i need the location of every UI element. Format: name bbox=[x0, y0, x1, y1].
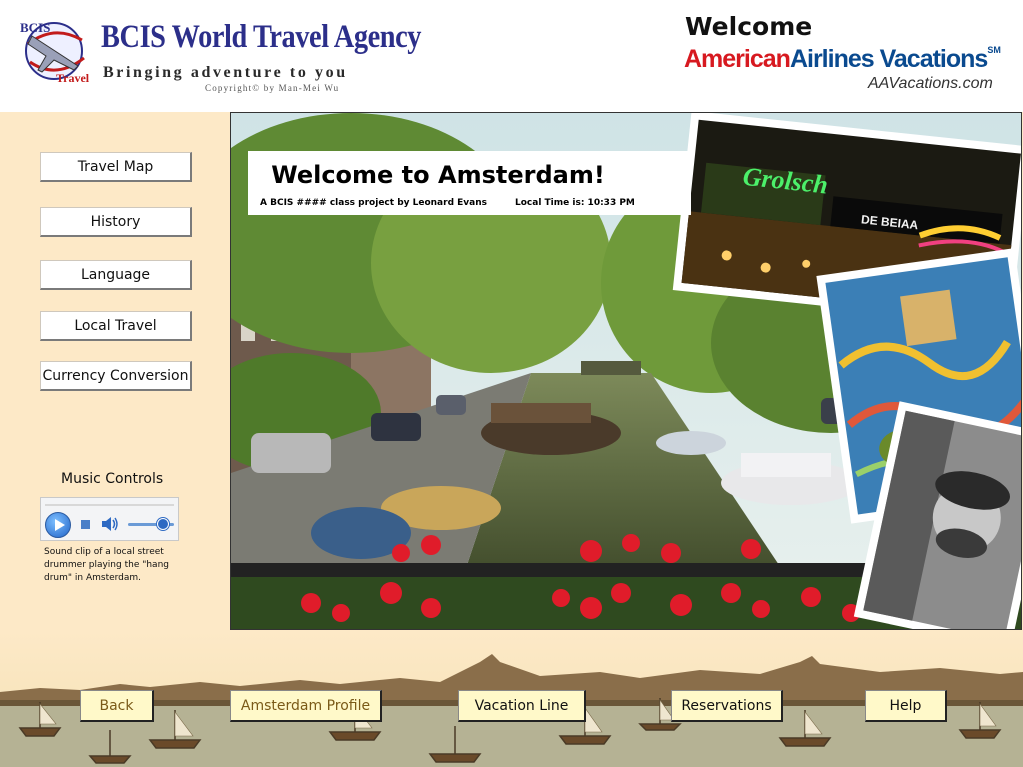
stop-button[interactable] bbox=[81, 520, 90, 529]
svg-text:BCIS: BCIS bbox=[20, 20, 50, 35]
aa-logo-part1: American bbox=[684, 45, 791, 73]
page-title: Welcome to Amsterdam! bbox=[271, 161, 605, 189]
aa-vacations-logo: AmericanAirlines VacationsSM bbox=[684, 45, 1001, 74]
agency-logo-icon: BCIS Travel bbox=[20, 20, 90, 84]
agency-title: BCIS World Travel Agency bbox=[101, 19, 422, 55]
svg-text:Travel: Travel bbox=[56, 71, 90, 84]
music-caption: Sound clip of a local street drummer pla… bbox=[44, 547, 169, 583]
amsterdam-profile-button[interactable]: Amsterdam Profile bbox=[230, 690, 382, 722]
agency-tagline: Bringing adventure to you bbox=[103, 64, 348, 81]
help-button[interactable]: Help bbox=[865, 690, 947, 722]
history-button[interactable]: History bbox=[40, 207, 192, 237]
language-button[interactable]: Language bbox=[40, 260, 192, 290]
aa-vacations-link[interactable]: AAVacations.com bbox=[868, 75, 993, 93]
header: BCIS Travel BCIS World Travel Agency Bri… bbox=[0, 0, 1023, 112]
welcome-heading: Welcome bbox=[685, 12, 813, 41]
play-button[interactable] bbox=[45, 512, 71, 538]
project-credit: A BCIS #### class project by Leonard Eva… bbox=[260, 198, 487, 208]
vacation-line-button[interactable]: Vacation Line bbox=[458, 690, 586, 722]
local-travel-button[interactable]: Local Travel bbox=[40, 311, 192, 341]
travel-map-button[interactable]: Travel Map bbox=[40, 152, 192, 182]
music-controls-heading: Music Controls bbox=[61, 471, 164, 487]
volume-slider-handle[interactable] bbox=[157, 518, 169, 530]
reservations-button[interactable]: Reservations bbox=[671, 690, 783, 722]
currency-conversion-button[interactable]: Currency Conversion bbox=[40, 361, 192, 391]
audio-player bbox=[40, 497, 179, 541]
back-button[interactable]: Back bbox=[80, 690, 154, 722]
copyright-text: Copyright© by Man-Mei Wu bbox=[205, 83, 340, 93]
welcome-panel: Welcome to Amsterdam! A BCIS #### class … bbox=[248, 151, 691, 215]
audio-progress-bar[interactable] bbox=[45, 504, 174, 506]
amsterdam-canal-photo: Grolsch DE BEIAA Welcome to Amsterdam! A… bbox=[230, 112, 1022, 630]
aa-logo-part2: Airlines Vacations bbox=[789, 45, 988, 73]
aa-service-mark: SM bbox=[987, 45, 1001, 55]
local-time: Local Time is: 10:33 PM bbox=[515, 198, 635, 208]
volume-icon[interactable] bbox=[101, 516, 119, 532]
